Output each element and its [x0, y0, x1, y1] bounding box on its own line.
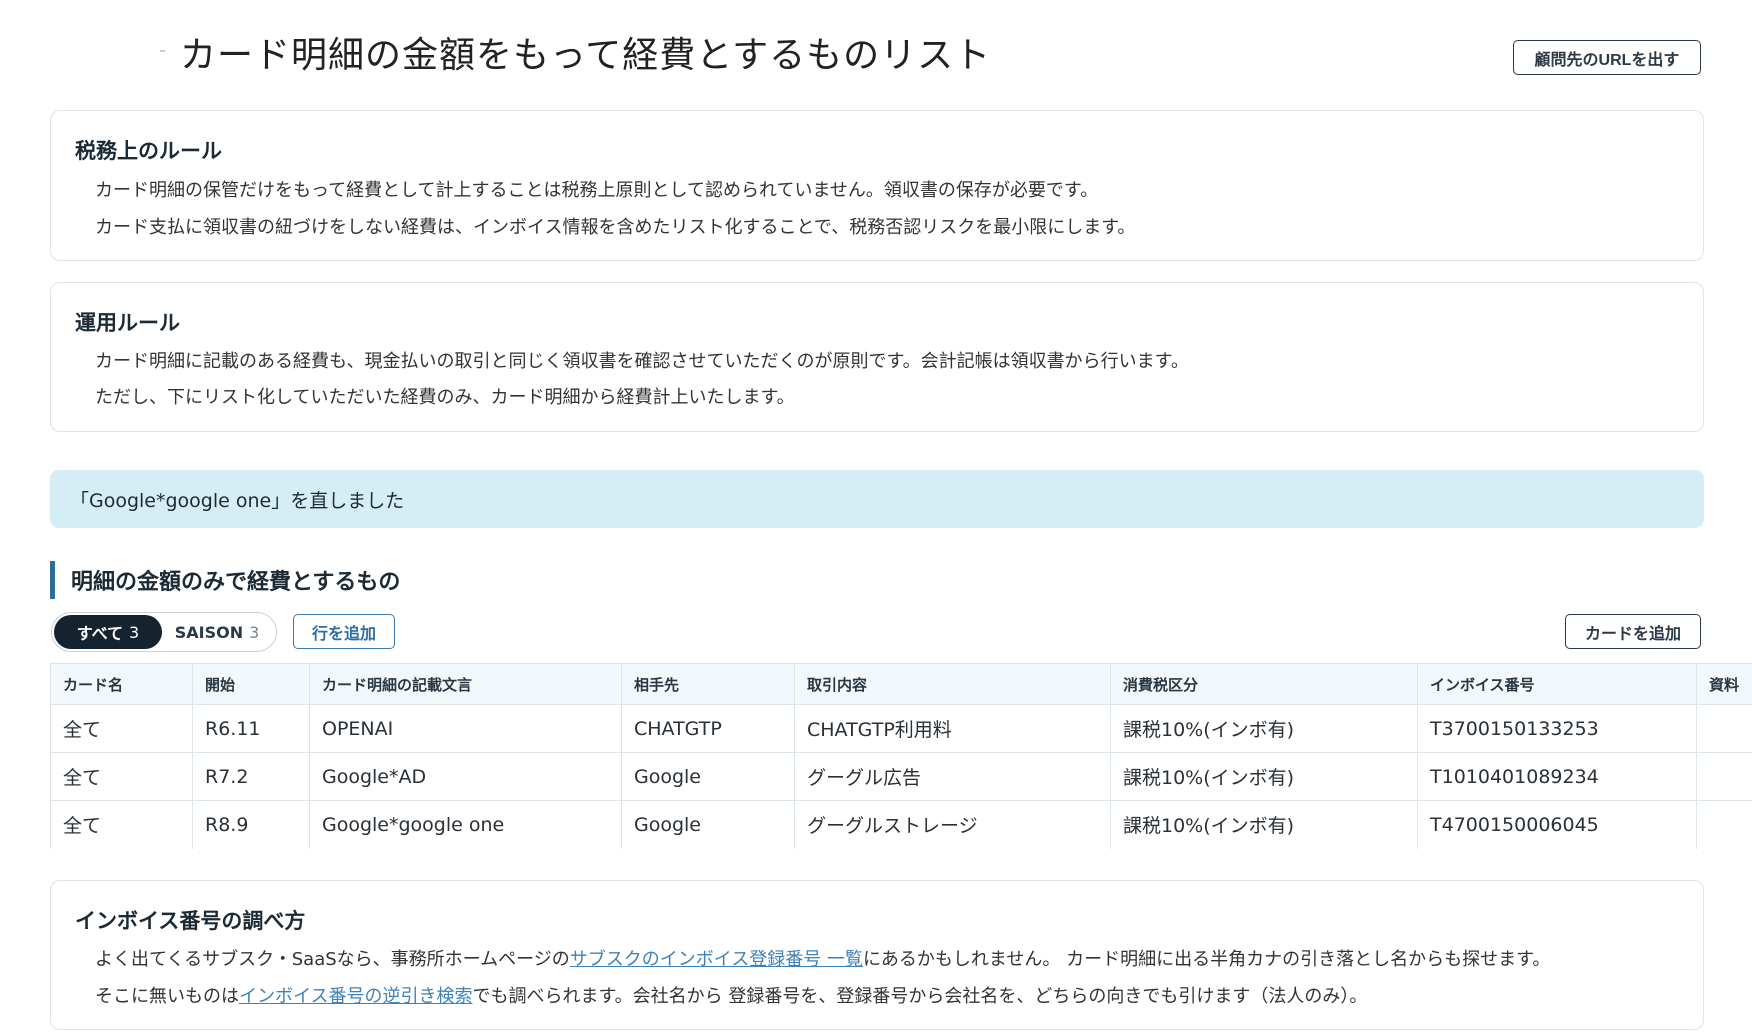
tab-saison[interactable]: SAISON 3: [162, 615, 272, 649]
column-header-documents[interactable]: 資料: [1696, 663, 1752, 705]
invoice-lookup-line-2: そこに無いものはインボイス番号の逆引き検索でも調べられます。会社名から 登録番号…: [95, 982, 1367, 1008]
tab-saison-count: 3: [249, 622, 260, 642]
cell-counterparty[interactable]: Google: [621, 800, 795, 849]
operation-rules-line-1: カード明細に記載のある経費も、現金払いの取引と同じく領収書を確認させていただくの…: [95, 351, 1189, 372]
operation-rules-card: 運用ルール カード明細に記載のある経費も、現金払いの取引と同じく領収書を確認させ…: [50, 282, 1704, 432]
invoice-lookup-card: インボイス番号の調べ方 よく出てくるサブスク・SaaSなら、事務所ホームページの…: [50, 880, 1704, 1030]
tax-rules-line-1: カード明細の保管だけをもって経費として計上することは税務上原則として認められてい…: [95, 180, 1099, 201]
cell-statement-text[interactable]: Google*AD: [309, 752, 622, 801]
advisor-url-button[interactable]: 顧問先のURLを出す: [1513, 40, 1701, 75]
column-header-tax-category[interactable]: 消費税区分: [1110, 663, 1418, 705]
cell-start[interactable]: R7.2: [192, 752, 310, 801]
cell-documents[interactable]: [1696, 800, 1752, 849]
cell-documents[interactable]: [1696, 752, 1752, 801]
info-alert: 「Google*google one」を直しました: [50, 470, 1704, 528]
subscription-invoice-list-link[interactable]: サブスクのインボイス登録番号 一覧: [570, 949, 863, 970]
invoice-lookup-line-1: よく出てくるサブスク・SaaSなら、事務所ホームページのサブスクのインボイス登録…: [95, 945, 1550, 971]
column-header-card-name[interactable]: カード名: [50, 663, 193, 705]
cell-transaction[interactable]: グーグル広告: [794, 752, 1111, 801]
cell-tax-category[interactable]: 課税10%(インボ有): [1110, 800, 1418, 849]
column-header-start[interactable]: 開始: [192, 663, 310, 705]
expense-table: カード名 開始 カード明細の記載文言 相手先 取引内容 消費税区分 インボイス番…: [50, 663, 1752, 849]
tax-rules-card: 税務上のルール カード明細の保管だけをもって経費として計上することは税務上原則と…: [50, 110, 1704, 261]
invoice-reverse-search-link[interactable]: インボイス番号の逆引き検索: [239, 986, 472, 1007]
cell-card-name[interactable]: 全て: [50, 800, 193, 849]
cell-start[interactable]: R8.9: [192, 800, 310, 849]
cell-invoice-number[interactable]: T3700150133253: [1417, 704, 1697, 753]
card-filter-tabs: すべて 3 SAISON 3: [51, 612, 277, 652]
cell-card-name[interactable]: 全て: [50, 752, 193, 801]
column-header-transaction[interactable]: 取引内容: [794, 663, 1111, 705]
cell-tax-category[interactable]: 課税10%(インボ有): [1110, 704, 1418, 753]
operation-rules-line-2: ただし、下にリスト化していただいた経費のみ、カード明細から経費計上いたします。: [95, 387, 795, 408]
tax-rules-heading: 税務上のルール: [75, 139, 222, 163]
section-title: 明細の金額のみで経費とするもの: [50, 561, 400, 599]
cell-tax-category[interactable]: 課税10%(インボ有): [1110, 752, 1418, 801]
cell-invoice-number[interactable]: T1010401089234: [1417, 752, 1697, 801]
page-title: カード明細の金額をもって経費とするものリスト: [159, 26, 991, 78]
cell-transaction[interactable]: グーグルストレージ: [794, 800, 1111, 849]
cell-counterparty[interactable]: CHATGTP: [621, 704, 795, 753]
cell-transaction[interactable]: CHATGTP利用料: [794, 704, 1111, 753]
cell-counterparty[interactable]: Google: [621, 752, 795, 801]
add-card-button[interactable]: カードを追加: [1565, 614, 1701, 649]
cell-invoice-number[interactable]: T4700150006045: [1417, 800, 1697, 849]
table-row[interactable]: 全て R8.9 Google*google one Google グーグルストレ…: [50, 800, 1752, 849]
table-row[interactable]: 全て R6.11 OPENAI CHATGTP CHATGTP利用料 課税10%…: [50, 704, 1752, 753]
table-header-row: カード名 開始 カード明細の記載文言 相手先 取引内容 消費税区分 インボイス番…: [50, 663, 1752, 705]
cell-start[interactable]: R6.11: [192, 704, 310, 753]
invoice-lookup-line-2-text-after: でも調べられます。会社名から 登録番号を、登録番号から会社名を、どちらの向きでも…: [472, 986, 1368, 1007]
operation-rules-heading: 運用ルール: [75, 311, 180, 335]
invoice-lookup-heading: インボイス番号の調べ方: [75, 909, 306, 933]
alert-message: 「Google*google one」を直しました: [70, 489, 405, 512]
tab-all-label: すべて: [76, 624, 124, 643]
tab-all[interactable]: すべて 3: [54, 615, 162, 649]
invoice-lookup-line-2-text-before: そこに無いものは: [95, 986, 239, 1007]
tab-saison-label: SAISON: [174, 622, 244, 642]
tab-all-count: 3: [129, 622, 140, 642]
cell-card-name[interactable]: 全て: [50, 704, 193, 753]
cell-statement-text[interactable]: OPENAI: [309, 704, 622, 753]
table-row[interactable]: 全て R7.2 Google*AD Google グーグル広告 課税10%(イン…: [50, 752, 1752, 801]
cell-documents[interactable]: [1696, 704, 1752, 753]
column-header-counterparty[interactable]: 相手先: [621, 663, 795, 705]
column-header-statement-text[interactable]: カード明細の記載文言: [309, 663, 622, 705]
invoice-lookup-line-1-text-after: にあるかもしれません。 カード明細に出る半角カナの引き落とし名からも探せます。: [862, 949, 1551, 970]
column-header-invoice-number[interactable]: インボイス番号: [1417, 663, 1697, 705]
invoice-lookup-line-1-text-before: よく出てくるサブスク・SaaSなら、事務所ホームページの: [95, 949, 570, 970]
tax-rules-line-2: カード支払に領収書の紐づけをしない経費は、インボイス情報を含めたリスト化すること…: [95, 217, 1136, 238]
cell-statement-text[interactable]: Google*google one: [309, 800, 622, 849]
add-row-button[interactable]: 行を追加: [293, 614, 395, 649]
